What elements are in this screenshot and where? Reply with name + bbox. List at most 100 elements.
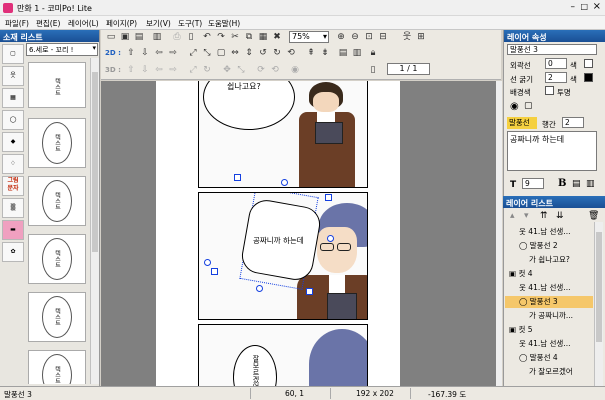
align-icon[interactable]: ▤ (337, 47, 349, 59)
tail-handle[interactable] (327, 235, 334, 242)
3d-zoom-icon[interactable]: ⤢ (187, 64, 199, 76)
3d-reset-icon[interactable]: ⟲ (269, 64, 281, 76)
page-icon[interactable]: ▯ (185, 31, 197, 43)
copy-icon[interactable]: ⧉ (243, 31, 255, 43)
bubble-text-editor[interactable]: 공짜니까 하는데 (507, 131, 597, 171)
spacing-input[interactable]: 2 (562, 117, 584, 128)
resize-handle[interactable] (306, 288, 313, 295)
3d-right-icon[interactable]: ⇨ (167, 64, 179, 76)
panel-3[interactable]: 쉽나고요? (198, 81, 368, 188)
layer-down-icon[interactable]: ▾ (524, 211, 529, 221)
layer-row[interactable]: ◯ 말풍선 2 (505, 240, 593, 252)
zoom-in-icon[interactable]: ⊕ (335, 31, 347, 43)
picture-text-tool[interactable]: 그림 문자 (2, 176, 24, 196)
layer-row[interactable]: ◯ 말풍선 4 (505, 352, 593, 364)
distribute-icon[interactable]: ▥ (351, 47, 363, 59)
page-indicator[interactable]: 1 / 1 (387, 63, 430, 75)
misc-tool-icon[interactable]: ✿ (2, 242, 24, 262)
delete-icon[interactable]: ✖ (271, 31, 283, 43)
layer-scrollbar[interactable] (594, 222, 603, 386)
balloon-tool-icon[interactable]: ◯ (2, 110, 24, 130)
menu-view[interactable]: 보기(V) (146, 18, 171, 29)
eye-icon[interactable]: ◉ (510, 101, 519, 112)
panel-5[interactable]: 잘모르겠어 (198, 324, 368, 386)
layer-row[interactable]: 웃 41.남 선생... (505, 226, 593, 238)
menu-edit[interactable]: 편집(E) (36, 18, 60, 29)
3d-left-icon[interactable]: ⇦ (153, 64, 165, 76)
trash-icon[interactable]: 🗑︎ (588, 211, 599, 221)
effect-tool-icon[interactable]: ♢ (2, 154, 24, 174)
scroll-thumb[interactable] (92, 72, 98, 252)
minimize-icon[interactable]: – (571, 2, 576, 12)
3d-move-icon[interactable]: ✥ (221, 64, 233, 76)
tone-tool-icon[interactable]: ▬ (2, 220, 24, 240)
layer-up-icon[interactable]: ▴ (510, 211, 515, 221)
balloon-thumb[interactable]: 텍스트 (28, 292, 86, 342)
outline-color-swatch[interactable] (584, 59, 593, 68)
resize-handle[interactable] (325, 194, 332, 201)
layer-row[interactable]: 웃 41.남 선생... (505, 282, 593, 294)
move-down-icon[interactable]: ⇩ (139, 47, 151, 59)
balloon-thumb[interactable]: 텍스트 (28, 62, 86, 108)
bring-front-icon[interactable]: ⇞ (305, 47, 317, 59)
layer-row[interactable]: ◯ 말풍선 3 (505, 296, 593, 308)
material-scrollbar[interactable] (90, 58, 99, 384)
move-up-icon[interactable]: ⇧ (125, 47, 137, 59)
layer-top-icon[interactable]: ⇈ (540, 211, 548, 221)
comic-page[interactable]: 쉽나고요? 공짜니까 하는데 잘모르겠어 (156, 81, 400, 386)
font-size-input[interactable]: 9 (522, 178, 544, 189)
resize-handle[interactable] (234, 174, 241, 181)
move-left-icon[interactable]: ⇦ (153, 47, 165, 59)
balloon-thumb[interactable]: 텍스트 (28, 118, 86, 168)
bold-button[interactable]: B (558, 178, 566, 189)
zoom-out-icon[interactable]: ⊖ (349, 31, 361, 43)
menu-layer[interactable]: 레이어(L) (68, 18, 99, 29)
character-pose-icon[interactable]: 웃 (401, 31, 413, 43)
fit-page-icon[interactable]: ⊡ (363, 31, 375, 43)
3d-down-icon[interactable]: ⇩ (139, 64, 151, 76)
category-select[interactable]: 6.세로 - 꼬리 ! ▾ (26, 43, 98, 56)
line-color-swatch[interactable] (584, 73, 593, 82)
redo-icon[interactable]: ↷ (215, 31, 227, 43)
export-icon[interactable]: ▥ (151, 31, 163, 43)
tail-handle[interactable] (204, 259, 211, 266)
transparent-checkbox[interactable] (545, 86, 554, 95)
3d-camera-icon[interactable]: ◉ (289, 64, 301, 76)
tail-handle[interactable] (256, 285, 263, 292)
3d-rotate-icon[interactable]: ↻ (201, 64, 213, 76)
cut-icon[interactable]: ✂ (229, 31, 241, 43)
layer-row[interactable]: 가 공짜니까... (505, 310, 593, 322)
balloon-thumb[interactable]: 텍스트 (28, 234, 86, 284)
layer-group-row[interactable]: ▣ 컷 4 (505, 268, 593, 280)
layer-row[interactable]: 웃 41.남 선생... (505, 338, 593, 350)
rotate-handle[interactable] (281, 179, 288, 186)
menu-help[interactable]: 도움말(H) (208, 18, 240, 29)
lock-icon[interactable]: ▢ (524, 101, 533, 111)
paste-icon[interactable]: ▦ (257, 31, 269, 43)
pattern-tool-icon[interactable]: ▒ (2, 198, 24, 218)
balloon-thumb[interactable]: 텍스트 (28, 176, 86, 226)
reset-rotation-icon[interactable]: ⟲ (285, 47, 297, 59)
maximize-icon[interactable]: □ (580, 2, 588, 11)
fit-width-icon[interactable]: ⊟ (377, 31, 389, 43)
lock-icon[interactable]: 🔒︎ (367, 47, 379, 59)
3d-tilt-icon[interactable]: ⟳ (255, 64, 267, 76)
template-tool-icon[interactable]: ▢ (2, 44, 24, 64)
menu-file[interactable]: 파일(F) (5, 18, 29, 29)
rotate-right-icon[interactable]: ↻ (271, 47, 283, 59)
line-width-input[interactable]: 2 (545, 72, 567, 83)
grid-icon[interactable]: ⊞ (415, 31, 427, 43)
zoom-select[interactable]: 75% ▾ (289, 31, 329, 43)
3d-up-icon[interactable]: ⇧ (125, 64, 137, 76)
3d-scale-icon[interactable]: ⤡ (235, 64, 247, 76)
scroll-thumb[interactable] (596, 232, 602, 342)
item-tool-icon[interactable]: ◆ (2, 132, 24, 152)
flip-v-icon[interactable]: ⇕ (243, 47, 255, 59)
resize-icon[interactable]: ⤢ (187, 47, 199, 59)
panel-4[interactable]: 공짜니까 하는데 (198, 192, 368, 320)
align-icon[interactable]: ▥ (586, 179, 595, 189)
text-color-icon[interactable]: ▤ (572, 179, 581, 189)
rotate-left-icon[interactable]: ↺ (257, 47, 269, 59)
balloon-thumb[interactable]: 텍스트 (28, 350, 86, 384)
resize-handle[interactable] (211, 268, 218, 275)
